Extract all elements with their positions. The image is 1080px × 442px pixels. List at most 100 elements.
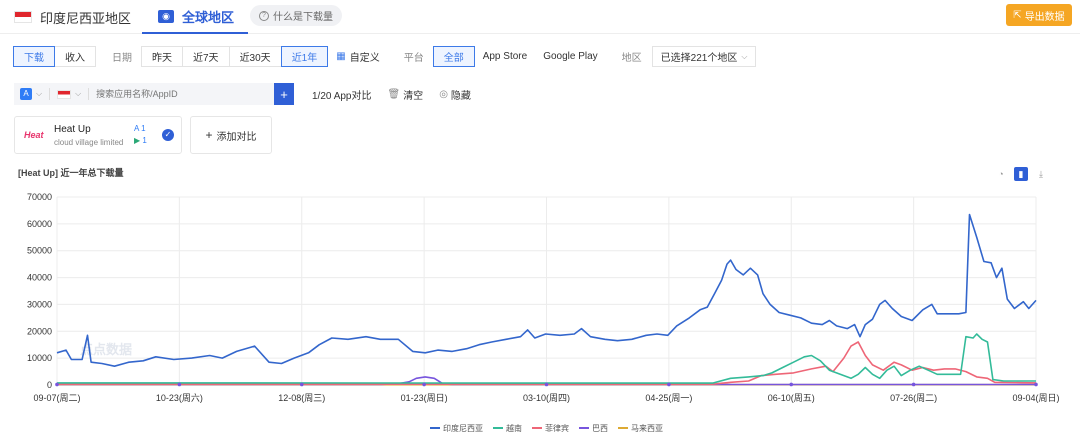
series-point bbox=[177, 382, 182, 387]
platform-label: 平台 bbox=[403, 53, 424, 64]
download-icon[interactable]: ⤓ bbox=[1034, 167, 1048, 181]
x-tick-label: 07-26(周二) bbox=[890, 393, 937, 403]
app-card[interactable]: Heat Heat Up cloud village limited A 1 ▶… bbox=[14, 116, 182, 154]
help-link[interactable]: ? 什么是下载量 bbox=[250, 5, 342, 26]
series-point bbox=[1034, 382, 1038, 387]
chart-title: [Heat Up] 近一年总下载量 bbox=[18, 168, 124, 178]
series-point bbox=[667, 382, 671, 387]
app-developer: cloud village limited bbox=[54, 137, 124, 147]
date-1year-label: 近1年 bbox=[291, 53, 318, 64]
x-tick-label: 10-23(周六) bbox=[156, 392, 203, 403]
x-tick-label: 04-25(周一) bbox=[645, 393, 692, 403]
compare-count: 1/20 App对比 bbox=[312, 90, 372, 102]
app-store-icon[interactable]: A bbox=[20, 88, 32, 100]
top-bar: 印度尼西亚地区 ◉ 全球地区 ? 什么是下载量 ⇱ 导出数据 bbox=[0, 0, 1080, 34]
x-tick-label: 09-07(周二) bbox=[33, 393, 80, 403]
indonesia-flag-icon[interactable] bbox=[57, 89, 72, 99]
tab-country-label: 印度尼西亚地区 bbox=[40, 10, 132, 26]
clear-button[interactable]: 🗑 清空 bbox=[387, 87, 423, 102]
ios-count: A 1 bbox=[134, 123, 156, 135]
divider bbox=[88, 88, 90, 100]
legend-item: 印度尼西亚 bbox=[443, 423, 483, 433]
platform-googleplay[interactable]: Google Play bbox=[535, 51, 605, 62]
legend-item: 越南 bbox=[506, 423, 522, 433]
ios-count-value: 1 bbox=[141, 124, 146, 133]
search-input[interactable] bbox=[96, 89, 267, 99]
region-select[interactable]: 已选择221个地区 ⌵ bbox=[651, 46, 757, 67]
y-tick-label: 30000 bbox=[27, 299, 52, 309]
y-tick-label: 60000 bbox=[27, 219, 52, 229]
y-tick-label: 70000 bbox=[27, 192, 52, 202]
metric-downloads[interactable]: 下载 bbox=[13, 46, 55, 67]
date-7days[interactable]: 近7天 bbox=[182, 46, 230, 67]
indonesia-flag-icon bbox=[14, 11, 32, 23]
x-tick-label: 12-08(周三) bbox=[278, 393, 325, 403]
google-play-icon: ▶ bbox=[134, 136, 141, 145]
date-custom-label: 自定义 bbox=[349, 53, 380, 64]
search-row: A ⌵ ⌵ + 1/20 App对比 🗑 清空 ◎ 隐藏 bbox=[14, 83, 471, 105]
export-icon: ⇱ bbox=[1013, 9, 1022, 21]
series-point bbox=[789, 382, 794, 387]
metric-revenue-label: 收入 bbox=[65, 53, 85, 64]
y-tick-label: 50000 bbox=[27, 246, 52, 256]
metric-downloads-label: 下载 bbox=[24, 53, 44, 64]
app-logo: Heat bbox=[24, 126, 50, 144]
bar-chart-icon[interactable]: ▮ bbox=[1014, 167, 1028, 181]
download-line-chart: 0 10000 20000 30000 40000 50000 60000 70000 09-0… bbox=[27, 192, 1060, 433]
legend-item: 菲律宾 bbox=[545, 423, 569, 433]
series-point bbox=[544, 382, 549, 387]
check-icon[interactable]: ✓ bbox=[162, 129, 174, 141]
watermark: 点点数据 bbox=[80, 342, 132, 357]
add-compare-label: 添加对比 bbox=[216, 131, 257, 143]
date-1year[interactable]: 近1年 bbox=[280, 46, 329, 67]
app-store-counts: A 1 ▶ 1 bbox=[134, 123, 156, 147]
chevron-down-icon[interactable]: ⌵ bbox=[36, 89, 42, 99]
app-name: Heat Up bbox=[54, 123, 91, 135]
date-yesterday-label: 昨天 bbox=[152, 53, 172, 64]
divider bbox=[49, 88, 51, 100]
app-meta: Heat Up cloud village limited bbox=[54, 124, 134, 147]
series-point bbox=[911, 382, 916, 387]
y-tick-label: 20000 bbox=[27, 326, 52, 336]
globe-icon: ◉ bbox=[158, 9, 174, 23]
android-count-value: 1 bbox=[142, 136, 147, 145]
metric-revenue[interactable]: 收入 bbox=[54, 46, 96, 67]
y-tick-label: 0 bbox=[47, 380, 52, 390]
app-logo-text: Heat bbox=[24, 130, 44, 140]
platform-appstore[interactable]: App Store bbox=[475, 51, 535, 62]
eye-icon: ◎ bbox=[439, 88, 448, 100]
tab-global-region[interactable]: ◉ 全球地区 bbox=[142, 0, 248, 34]
add-app-button[interactable]: + bbox=[274, 83, 294, 105]
series-point bbox=[299, 382, 304, 387]
platform-all[interactable]: 全部 bbox=[432, 46, 475, 67]
x-tick-label: 03-10(周四) bbox=[523, 393, 570, 403]
calendar-icon: ▦ bbox=[336, 51, 346, 62]
series-point bbox=[422, 382, 426, 387]
platform-googleplay-label: Google Play bbox=[543, 51, 598, 62]
question-icon: ? bbox=[259, 10, 269, 21]
add-compare-button[interactable]: + 添加对比 bbox=[190, 116, 272, 154]
region-value: 已选择221个地区 bbox=[660, 53, 738, 64]
date-30days-label: 近30天 bbox=[239, 53, 271, 64]
legend-item: 巴西 bbox=[592, 424, 608, 433]
chart-tools: ◔ ▮ ⤓ bbox=[994, 167, 1048, 181]
filter-bar: 下载 收入 日期 昨天 近7天 近30天 近1年 ▦ 自定义 平台 全部 App… bbox=[13, 46, 757, 67]
chevron-down-icon[interactable]: ⌵ bbox=[75, 89, 81, 99]
export-button[interactable]: ⇱ 导出数据 bbox=[1006, 4, 1072, 26]
date-label: 日期 bbox=[112, 53, 132, 64]
region-label: 地区 bbox=[621, 53, 642, 64]
tab-country-region[interactable]: 印度尼西亚地区 bbox=[14, 6, 131, 28]
date-7days-label: 近7天 bbox=[193, 53, 219, 64]
clear-label: 清空 bbox=[403, 90, 424, 102]
tab-global-label: 全球地区 bbox=[182, 9, 235, 25]
help-label: 什么是下载量 bbox=[273, 12, 333, 23]
platform-appstore-label: App Store bbox=[482, 51, 528, 62]
date-30days[interactable]: 近30天 bbox=[228, 46, 282, 67]
app-store-icon: A bbox=[134, 124, 139, 133]
y-tick-label: 10000 bbox=[27, 353, 52, 363]
date-custom[interactable]: ▦ 自定义 bbox=[328, 49, 387, 64]
export-label: 导出数据 bbox=[1024, 11, 1065, 23]
date-yesterday[interactable]: 昨天 bbox=[141, 46, 183, 67]
hide-button[interactable]: ◎ 隐藏 bbox=[439, 87, 471, 102]
pie-chart-icon[interactable]: ◔ bbox=[994, 167, 1008, 181]
